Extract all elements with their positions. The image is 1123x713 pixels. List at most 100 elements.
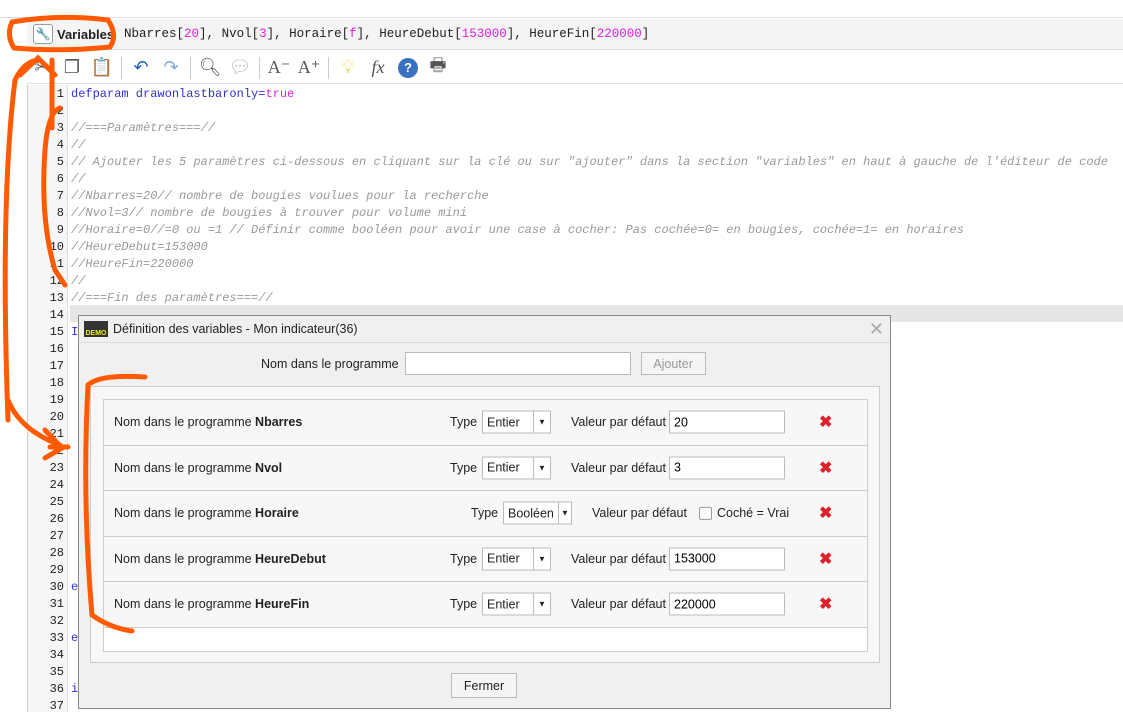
default-value-input[interactable]: [669, 410, 785, 434]
decrease-font-icon[interactable]: A⁻: [268, 57, 291, 79]
add-variable-row: Nom dans le programme Ajouter: [261, 352, 706, 375]
variables-panel: Nom dans le programme Nbarres Type Entie…: [90, 386, 880, 663]
line-number: 32: [49, 614, 64, 628]
default-value-input[interactable]: [669, 547, 785, 571]
default-value-input[interactable]: [669, 592, 785, 616]
chevron-down-icon: ▼: [533, 457, 550, 479]
type-value: Entier: [487, 415, 520, 430]
keyword: defparam drawonlastbaronly=: [71, 87, 266, 101]
add-button[interactable]: Ajouter: [640, 352, 706, 375]
divider: [190, 56, 191, 79]
default-value-label: Valeur par défaut: [571, 460, 666, 475]
keyword-value: true: [265, 87, 295, 101]
default-value-label: Valeur par défaut: [571, 551, 666, 566]
code-comment-line: //Nbarres=20// nombre de bougies voulues…: [71, 189, 489, 203]
default-checkbox[interactable]: Coché = Vrai: [699, 506, 789, 521]
line-number: 16: [49, 342, 64, 356]
checkbox[interactable]: [699, 507, 712, 521]
variable-row: Nom dans le programme Horaire Type Boolé…: [104, 491, 867, 537]
type-label: Type: [450, 460, 478, 475]
type-select[interactable]: Entier ▼: [482, 410, 551, 434]
line-number: 5: [56, 155, 64, 169]
increase-font-icon[interactable]: A⁺: [298, 57, 321, 79]
type-value: Entier: [487, 597, 520, 612]
variables-dialog: DEMO Définition des variables - Mon indi…: [78, 315, 891, 709]
line-number: 21: [49, 427, 64, 441]
delete-icon[interactable]: ✖: [819, 412, 832, 432]
line-number: 31: [49, 597, 64, 611]
print-icon[interactable]: 🖶: [427, 55, 449, 79]
function-icon[interactable]: fx: [367, 57, 389, 79]
variable-name-label: Nom dans le programme Nbarres: [114, 415, 303, 430]
variable-row: Nom dans le programme HeureFin Type Enti…: [104, 582, 867, 628]
divider: [259, 56, 260, 79]
code-comment-line: //===Paramètres===//: [71, 121, 216, 135]
variable-name-label: Nom dans le programme Horaire: [114, 506, 299, 521]
variables-list: Nbarres[20], Nvol[3], Horaire[f], HeureD…: [124, 27, 650, 41]
default-value-label: Valeur par défaut: [571, 597, 666, 612]
line-number: 24: [49, 478, 64, 492]
close-button[interactable]: Fermer: [451, 673, 517, 698]
code-comment-line: //Nvol=3// nombre de bougies à trouver p…: [71, 206, 468, 220]
line-number: 9: [56, 223, 64, 237]
code-comment-line: //HeureDebut=153000: [71, 240, 208, 254]
new-variable-name-input[interactable]: [404, 352, 631, 375]
line-number: 4: [56, 138, 64, 152]
line-number: 22: [49, 444, 64, 458]
variable-name: Nvol: [221, 27, 252, 41]
type-select[interactable]: Entier ▼: [482, 456, 551, 480]
variable-name: HeureDebut: [379, 27, 455, 41]
line-number: 27: [49, 529, 64, 543]
variables-button[interactable]: 🔧 Variables: [29, 22, 118, 46]
code-comment-line: //: [71, 274, 86, 288]
variable-name: HeureDebut: [255, 551, 326, 566]
variable-value: 153000: [461, 27, 507, 41]
chevron-down-icon: ▼: [533, 593, 550, 615]
line-number: 18: [49, 376, 64, 390]
top-border: [0, 17, 1123, 18]
line-number: 11: [49, 257, 64, 271]
type-label: Type: [450, 415, 478, 430]
lightbulb-icon[interactable]: 💡︎: [337, 57, 359, 79]
type-label: Type: [450, 551, 478, 566]
line-number: 26: [49, 512, 64, 526]
delete-icon[interactable]: ✖: [819, 458, 832, 478]
variable-name-label: Nom dans le programme Nvol: [114, 460, 283, 475]
type-select[interactable]: Entier ▼: [482, 547, 551, 571]
delete-icon[interactable]: ✖: [819, 549, 832, 569]
demo-logo-icon: DEMO: [84, 321, 108, 337]
type-select[interactable]: Booléen ▼: [503, 501, 572, 525]
default-value-input[interactable]: [669, 456, 785, 480]
line-number: 14: [49, 308, 64, 322]
divider: [328, 56, 329, 79]
help-icon[interactable]: ?: [397, 57, 419, 79]
line-number: 30: [49, 580, 64, 594]
line-number: 1: [56, 87, 64, 101]
cut-icon[interactable]: ✂: [31, 57, 53, 79]
type-value: Booléen: [508, 506, 554, 521]
line-number: 29: [49, 563, 64, 577]
code-comment-line: //Horaire=0//=0 ou =1 // Définir comme b…: [71, 223, 964, 237]
variable-value: 3: [259, 27, 267, 41]
undo-icon[interactable]: ↶: [130, 57, 152, 79]
search-icon[interactable]: 🔍︎: [199, 57, 222, 79]
line-number: 36: [49, 682, 64, 696]
line-number: 19: [49, 393, 64, 407]
variable-name: Nbarres: [255, 415, 303, 430]
variable-name: Horaire: [255, 506, 299, 521]
delete-icon[interactable]: ✖: [819, 594, 832, 614]
type-label: Type: [471, 506, 499, 521]
variables-table: Nom dans le programme Nbarres Type Entie…: [103, 399, 868, 652]
close-icon[interactable]: ✕: [869, 319, 884, 340]
delete-icon[interactable]: ✖: [819, 503, 832, 523]
variables-header: 🔧 Variables Nbarres[20], Nvol[3], Horaire…: [27, 19, 1123, 50]
redo-icon[interactable]: ↷: [160, 57, 182, 79]
line-number: 20: [49, 410, 64, 424]
copy-icon[interactable]: ❐: [61, 57, 83, 79]
comment-icon[interactable]: 💬︎: [229, 57, 252, 79]
type-select[interactable]: Entier ▼: [482, 592, 551, 616]
code-comment-line: //HeureFin=220000: [71, 257, 194, 271]
type-value: Entier: [487, 551, 520, 566]
paste-icon[interactable]: 📋: [91, 57, 113, 79]
code-comment-line: // Ajouter les 5 paramètres ci-dessous e…: [71, 155, 1108, 169]
